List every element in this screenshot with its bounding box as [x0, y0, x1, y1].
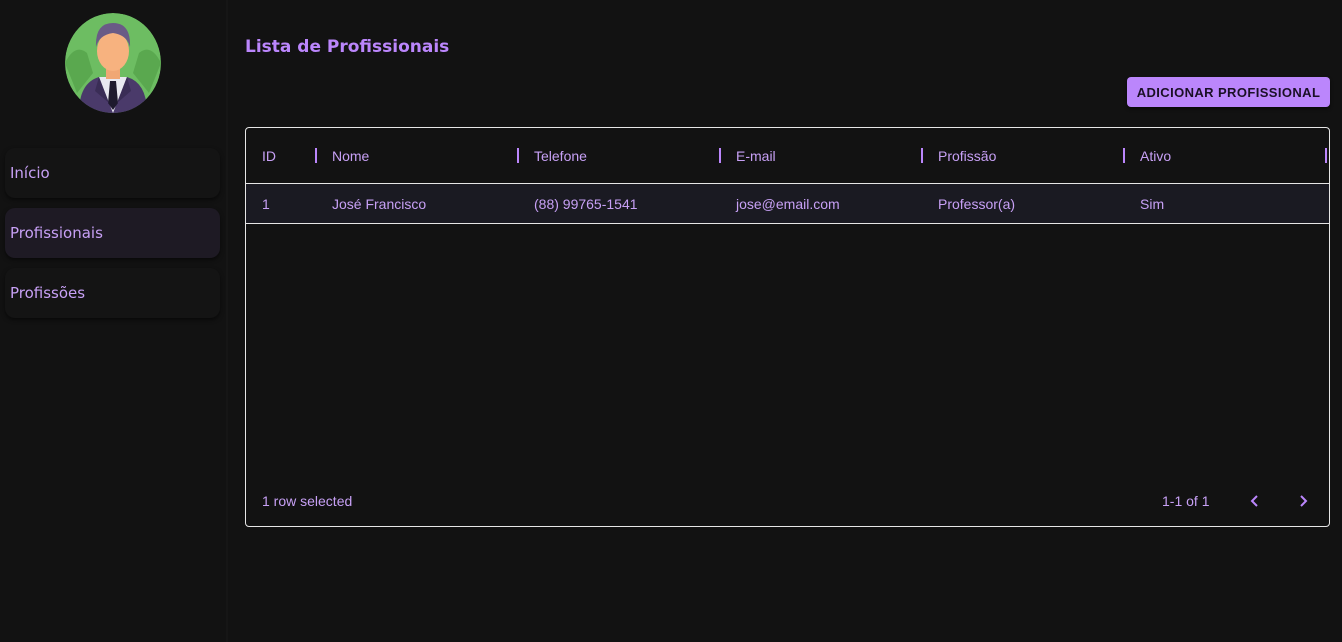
- column-header-label: Profissão: [938, 148, 997, 164]
- sidebar-item-label: Profissões: [10, 284, 86, 302]
- add-profissional-button[interactable]: ADICIONAR PROFISSIONAL: [1127, 77, 1330, 107]
- column-separator[interactable]: [921, 148, 923, 163]
- column-header-nome[interactable]: Nome: [332, 128, 369, 184]
- avatar: [65, 13, 161, 113]
- column-separator[interactable]: [1123, 148, 1125, 163]
- column-header-label: Ativo: [1140, 148, 1172, 164]
- column-header-label: Nome: [332, 148, 370, 164]
- grid-footer: 1 row selected 1-1 of 1: [246, 476, 1329, 526]
- column-separator[interactable]: [1325, 148, 1327, 163]
- column-header-telefone[interactable]: Telefone: [534, 128, 587, 184]
- previous-page-button[interactable]: [1241, 487, 1269, 515]
- cell-nome: José Francisco: [332, 195, 427, 212]
- cell-profissao: Professor(a): [938, 195, 1016, 212]
- grid-header: ID Nome Telefone E-mail Profissão Ativo: [246, 128, 1329, 184]
- pagination-info: 1-1 of 1: [1162, 493, 1210, 509]
- sidebar: Início Profissionais Profissões: [0, 0, 228, 642]
- cell-ativo: Sim: [1140, 195, 1165, 212]
- sidebar-item-inicio[interactable]: Início: [5, 148, 220, 198]
- sidebar-item-label: Início: [10, 164, 50, 182]
- column-separator[interactable]: [315, 148, 317, 163]
- cell-id: 1: [262, 195, 270, 212]
- column-header-label: Telefone: [534, 148, 587, 164]
- chevron-left-icon: [1250, 495, 1258, 507]
- sidebar-item-profissionais[interactable]: Profissionais: [5, 208, 220, 258]
- column-header-label: E-mail: [736, 148, 776, 164]
- businessman-avatar-icon: [65, 13, 161, 113]
- cell-email: jose@email.com: [736, 195, 840, 212]
- next-page-button[interactable]: [1289, 487, 1317, 515]
- table-row[interactable]: 1 José Francisco (88) 99765-1541 jose@em…: [246, 184, 1329, 224]
- app: Início Profissionais Profissões Lista de…: [0, 0, 1342, 642]
- page-title: Lista de Profissionais: [245, 37, 450, 57]
- column-header-id[interactable]: ID: [262, 128, 276, 184]
- selected-rows-count: 1 row selected: [262, 493, 353, 509]
- column-header-label: ID: [262, 148, 276, 164]
- data-grid: ID Nome Telefone E-mail Profissão Ativo …: [245, 127, 1330, 527]
- chevron-right-icon: [1300, 495, 1308, 507]
- sidebar-item-label: Profissionais: [10, 224, 103, 242]
- column-separator[interactable]: [517, 148, 519, 163]
- column-separator[interactable]: [719, 148, 721, 163]
- cell-telefone: (88) 99765-1541: [534, 195, 638, 212]
- column-header-email[interactable]: E-mail: [736, 128, 776, 184]
- sidebar-item-profissoes[interactable]: Profissões: [5, 268, 220, 318]
- column-header-ativo[interactable]: Ativo: [1140, 128, 1171, 184]
- column-header-profissao[interactable]: Profissão: [938, 128, 996, 184]
